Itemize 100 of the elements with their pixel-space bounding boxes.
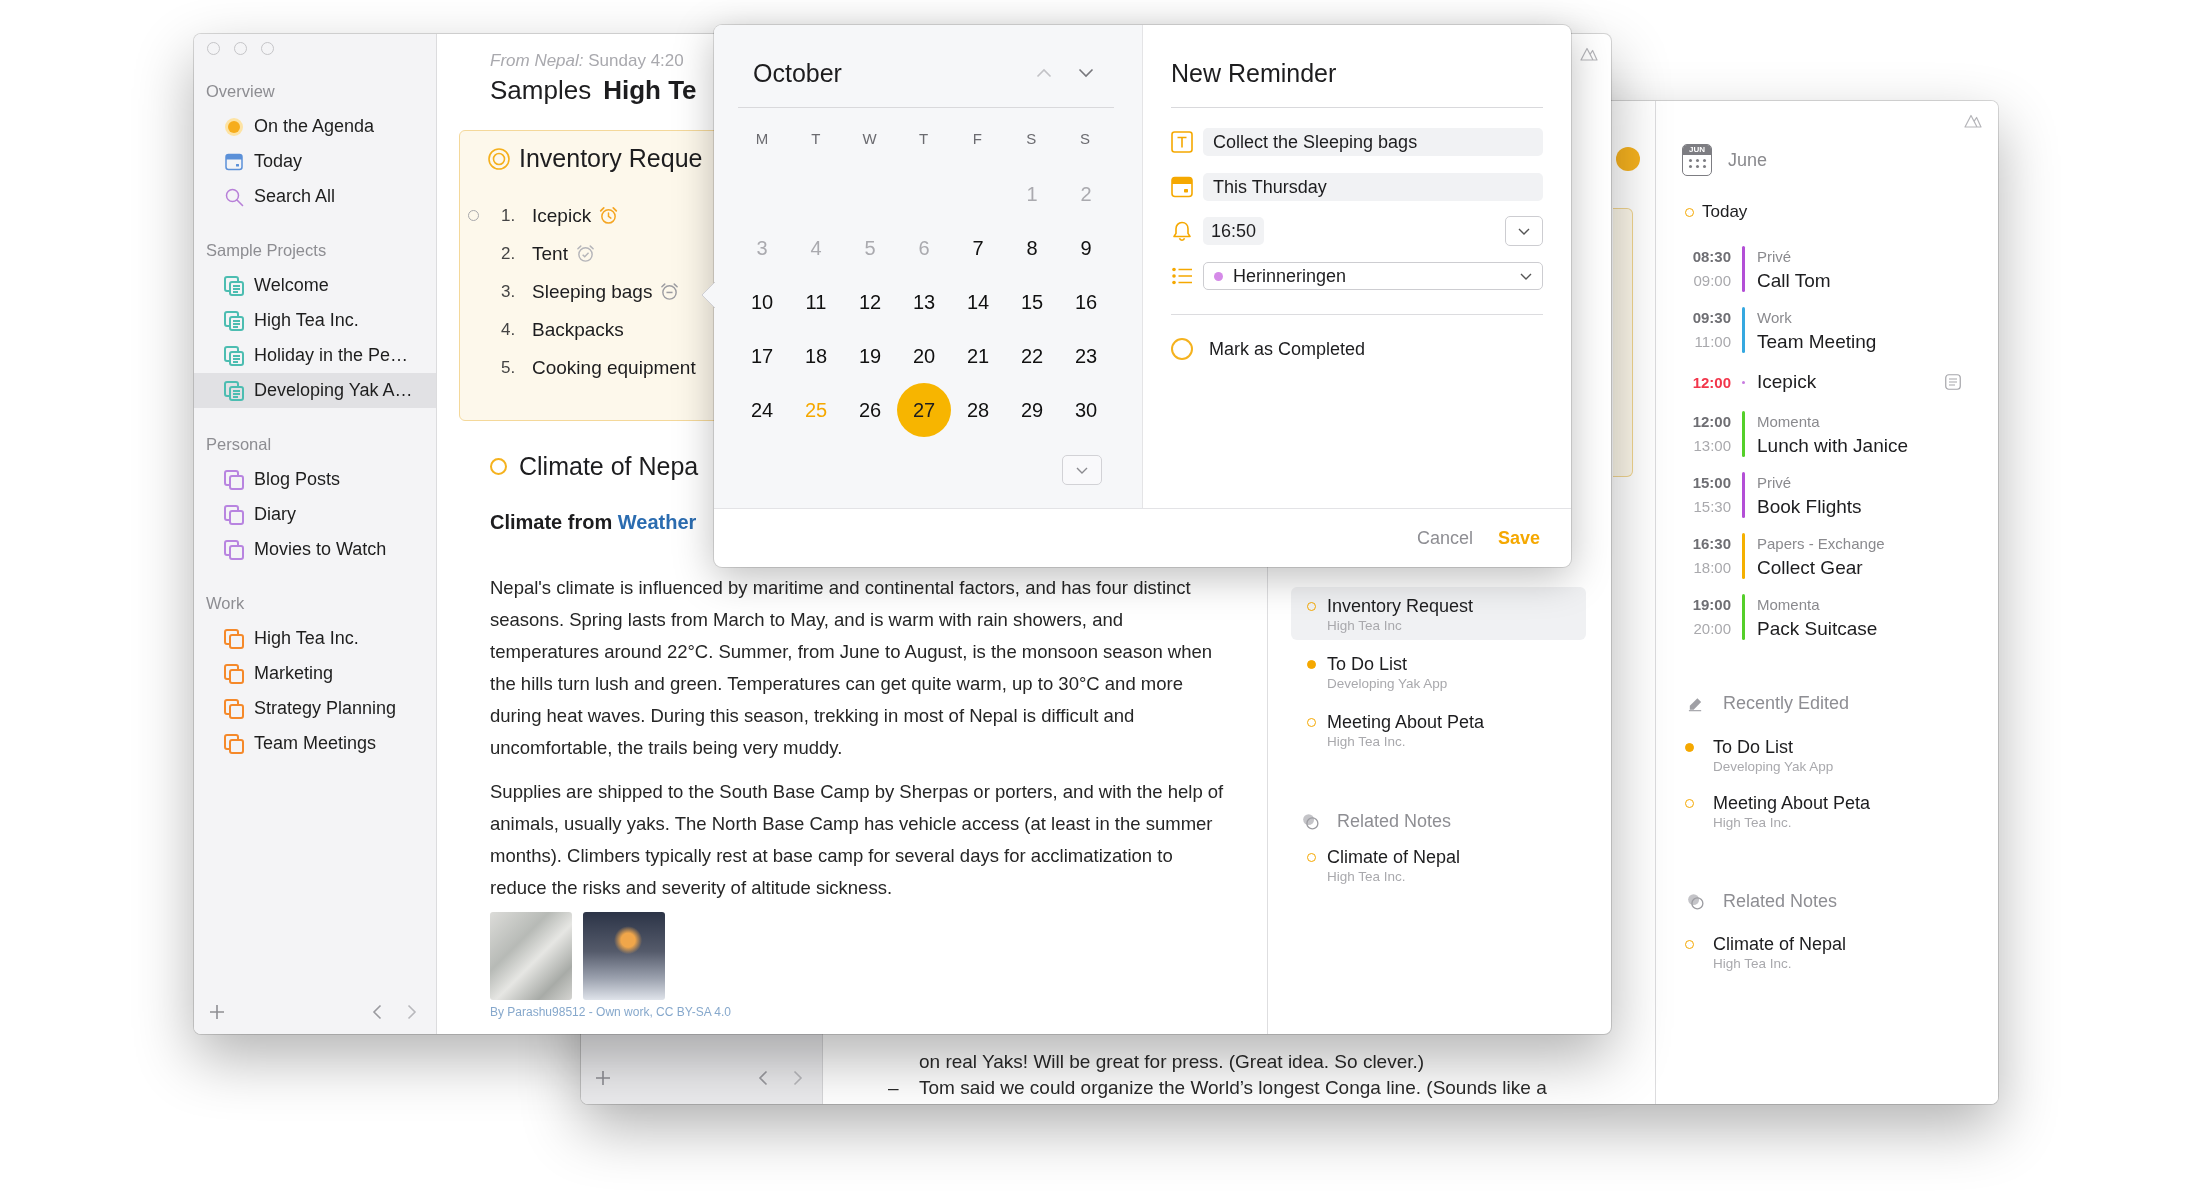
chevron-up-icon[interactable] <box>1036 68 1052 78</box>
list-select[interactable]: Herinneringen <box>1203 262 1543 290</box>
expand-button[interactable] <box>1062 455 1102 485</box>
sidebar-item[interactable]: Developing Yak A… <box>194 373 436 408</box>
calendar-day[interactable]: 30 <box>1059 383 1113 437</box>
calendar-day[interactable]: 22 <box>1005 329 1059 383</box>
calendar-day[interactable]: 20 <box>897 329 951 383</box>
sidebar-item[interactable]: Team Meetings <box>194 726 436 761</box>
section-title: Related Notes <box>1337 810 1452 832</box>
time-field[interactable]: 16:50 <box>1203 217 1265 245</box>
sidebar-item[interactable]: Search All <box>194 179 436 214</box>
list-icon <box>1171 265 1193 287</box>
event-end-time: 11:00 <box>1694 332 1731 352</box>
mountain-icon[interactable] <box>1964 114 1982 128</box>
calendar-day[interactable]: 10 <box>735 275 789 329</box>
clock-check-icon[interactable] <box>575 244 595 263</box>
weekday-label: M <box>754 129 770 147</box>
breadcrumb[interactable]: Samples <box>490 73 592 107</box>
calendar-name: Privé <box>1757 473 1793 493</box>
photo-placeholder[interactable] <box>583 912 665 1000</box>
event-end-time: 18:00 <box>1693 558 1731 578</box>
calendar-day[interactable]: 16 <box>1059 275 1113 329</box>
calendar-day[interactable]: 12 <box>843 275 897 329</box>
time-dropdown-button[interactable] <box>1505 216 1543 246</box>
note-list-item[interactable]: Inventory Request High Tea Inc <box>1291 587 1586 640</box>
sidebar-item[interactable]: Today <box>194 144 436 179</box>
chevron-right-icon[interactable] <box>407 1004 417 1020</box>
date-field[interactable]: This Thursday <box>1203 173 1543 201</box>
note-list-item[interactable]: To Do List Developing Yak App <box>1682 736 1834 780</box>
chevron-left-icon[interactable] <box>372 1004 382 1020</box>
clock-minus-icon[interactable] <box>660 282 680 301</box>
plus-icon[interactable] <box>595 1070 611 1086</box>
note-list-item[interactable]: Climate of Nepal High Tea Inc. <box>1291 838 1586 891</box>
overlapping-circles-icon <box>1687 892 1704 910</box>
plus-icon[interactable] <box>209 1004 225 1020</box>
calendar-day[interactable]: 9 <box>1059 221 1113 275</box>
ring-icon <box>490 457 507 475</box>
circle-icon <box>1616 147 1640 171</box>
note-byline: From Nepal: Sunday 4:20 <box>490 50 684 72</box>
calendar-name: Work <box>1757 308 1793 328</box>
note-list-item[interactable]: Climate of Nepal High Tea Inc. <box>1682 933 1847 977</box>
checklist-item[interactable]: 5. Cooking equipment <box>468 348 696 387</box>
calendar-day[interactable]: 29 <box>1005 383 1059 437</box>
calendar-day[interactable]: 8 <box>1005 221 1059 275</box>
sidebar-item[interactable]: Holiday in the Pe… <box>194 338 436 373</box>
double-ring-icon <box>488 147 510 170</box>
note-text-line: Tom said we could organize the World’s longest Conga line. (Sounds like a <box>919 1076 1547 1100</box>
source-link[interactable]: Weather <box>617 511 697 533</box>
checklist-item[interactable]: 4. Backpacks <box>468 310 624 349</box>
event-end-time: 15:30 <box>1693 497 1731 517</box>
note-list-item[interactable]: Meeting About Peta High Tea Inc. <box>1682 792 1871 836</box>
calendar-day[interactable]: 15 <box>1005 275 1059 329</box>
sidebar-item[interactable]: Marketing <box>194 656 436 691</box>
checklist-item[interactable]: 1. Icepick <box>468 196 619 235</box>
month-title: October <box>753 58 842 88</box>
sidebar-item[interactable]: Blog Posts <box>194 462 436 497</box>
chevron-right-icon[interactable] <box>793 1070 803 1086</box>
event-title: Lunch with Janice <box>1757 434 1909 458</box>
calendar-day[interactable]: 26 <box>843 383 897 437</box>
event-end-time: 09:00 <box>1693 271 1731 291</box>
event-title: Call Tom <box>1757 269 1831 293</box>
alarm-clock-icon[interactable] <box>599 206 619 225</box>
day-label: Today <box>1702 202 1748 222</box>
calendar-day[interactable]: 21 <box>951 329 1005 383</box>
chevron-left-icon[interactable] <box>758 1070 768 1086</box>
mountain-icon[interactable] <box>1580 47 1598 61</box>
calendar-day[interactable]: 13 <box>897 275 951 329</box>
sidebar-item[interactable]: High Tea Inc. <box>194 621 436 656</box>
completed-checkbox[interactable] <box>1171 338 1193 360</box>
note-icon[interactable] <box>1945 374 1961 390</box>
note-list-item[interactable]: Meeting About Peta High Tea Inc. <box>1291 703 1586 756</box>
completed-label: Mark as Completed <box>1209 338 1366 360</box>
calendar-day[interactable]: 23 <box>1059 329 1113 383</box>
calendar-day[interactable]: 17 <box>735 329 789 383</box>
text-icon <box>1171 131 1193 153</box>
sidebar-item[interactable]: Movies to Watch <box>194 532 436 567</box>
calendar-day[interactable]: 28 <box>951 383 1005 437</box>
calendar-day[interactable]: 18 <box>789 329 843 383</box>
note-title: High Te <box>603 74 697 107</box>
chevron-down-icon[interactable] <box>1078 68 1094 78</box>
checklist-item[interactable]: 2. Tent <box>468 234 595 273</box>
event-start-time: 09:30 <box>1692 308 1731 328</box>
sidebar-item[interactable]: High Tea Inc. <box>194 303 436 338</box>
sidebar-item[interactable]: Strategy Planning <box>194 691 436 726</box>
event-start-time: 16:30 <box>1692 534 1731 554</box>
sidebar-item[interactable]: On the Agenda <box>194 109 436 144</box>
calendar-day[interactable]: 19 <box>843 329 897 383</box>
note-list-item[interactable]: To Do List Developing Yak App <box>1291 645 1586 698</box>
weekday-label: F <box>971 129 983 147</box>
calendar-day[interactable]: 14 <box>951 275 1005 329</box>
sidebar-item[interactable]: Welcome <box>194 268 436 303</box>
event-start-time: 15:00 <box>1692 473 1731 493</box>
calendar-day[interactable]: 27 <box>897 383 951 437</box>
sidebar-item[interactable]: Diary <box>194 497 436 532</box>
calendar-day[interactable]: 11 <box>789 275 843 329</box>
weekday-label: S <box>1025 129 1038 147</box>
reminder-title-field[interactable]: Collect the Sleeping bags <box>1203 128 1543 156</box>
calendar-day[interactable]: 7 <box>951 221 1005 275</box>
calendar-day[interactable]: 24 <box>735 383 789 437</box>
checklist-item[interactable]: 3. Sleeping bags <box>468 272 680 311</box>
